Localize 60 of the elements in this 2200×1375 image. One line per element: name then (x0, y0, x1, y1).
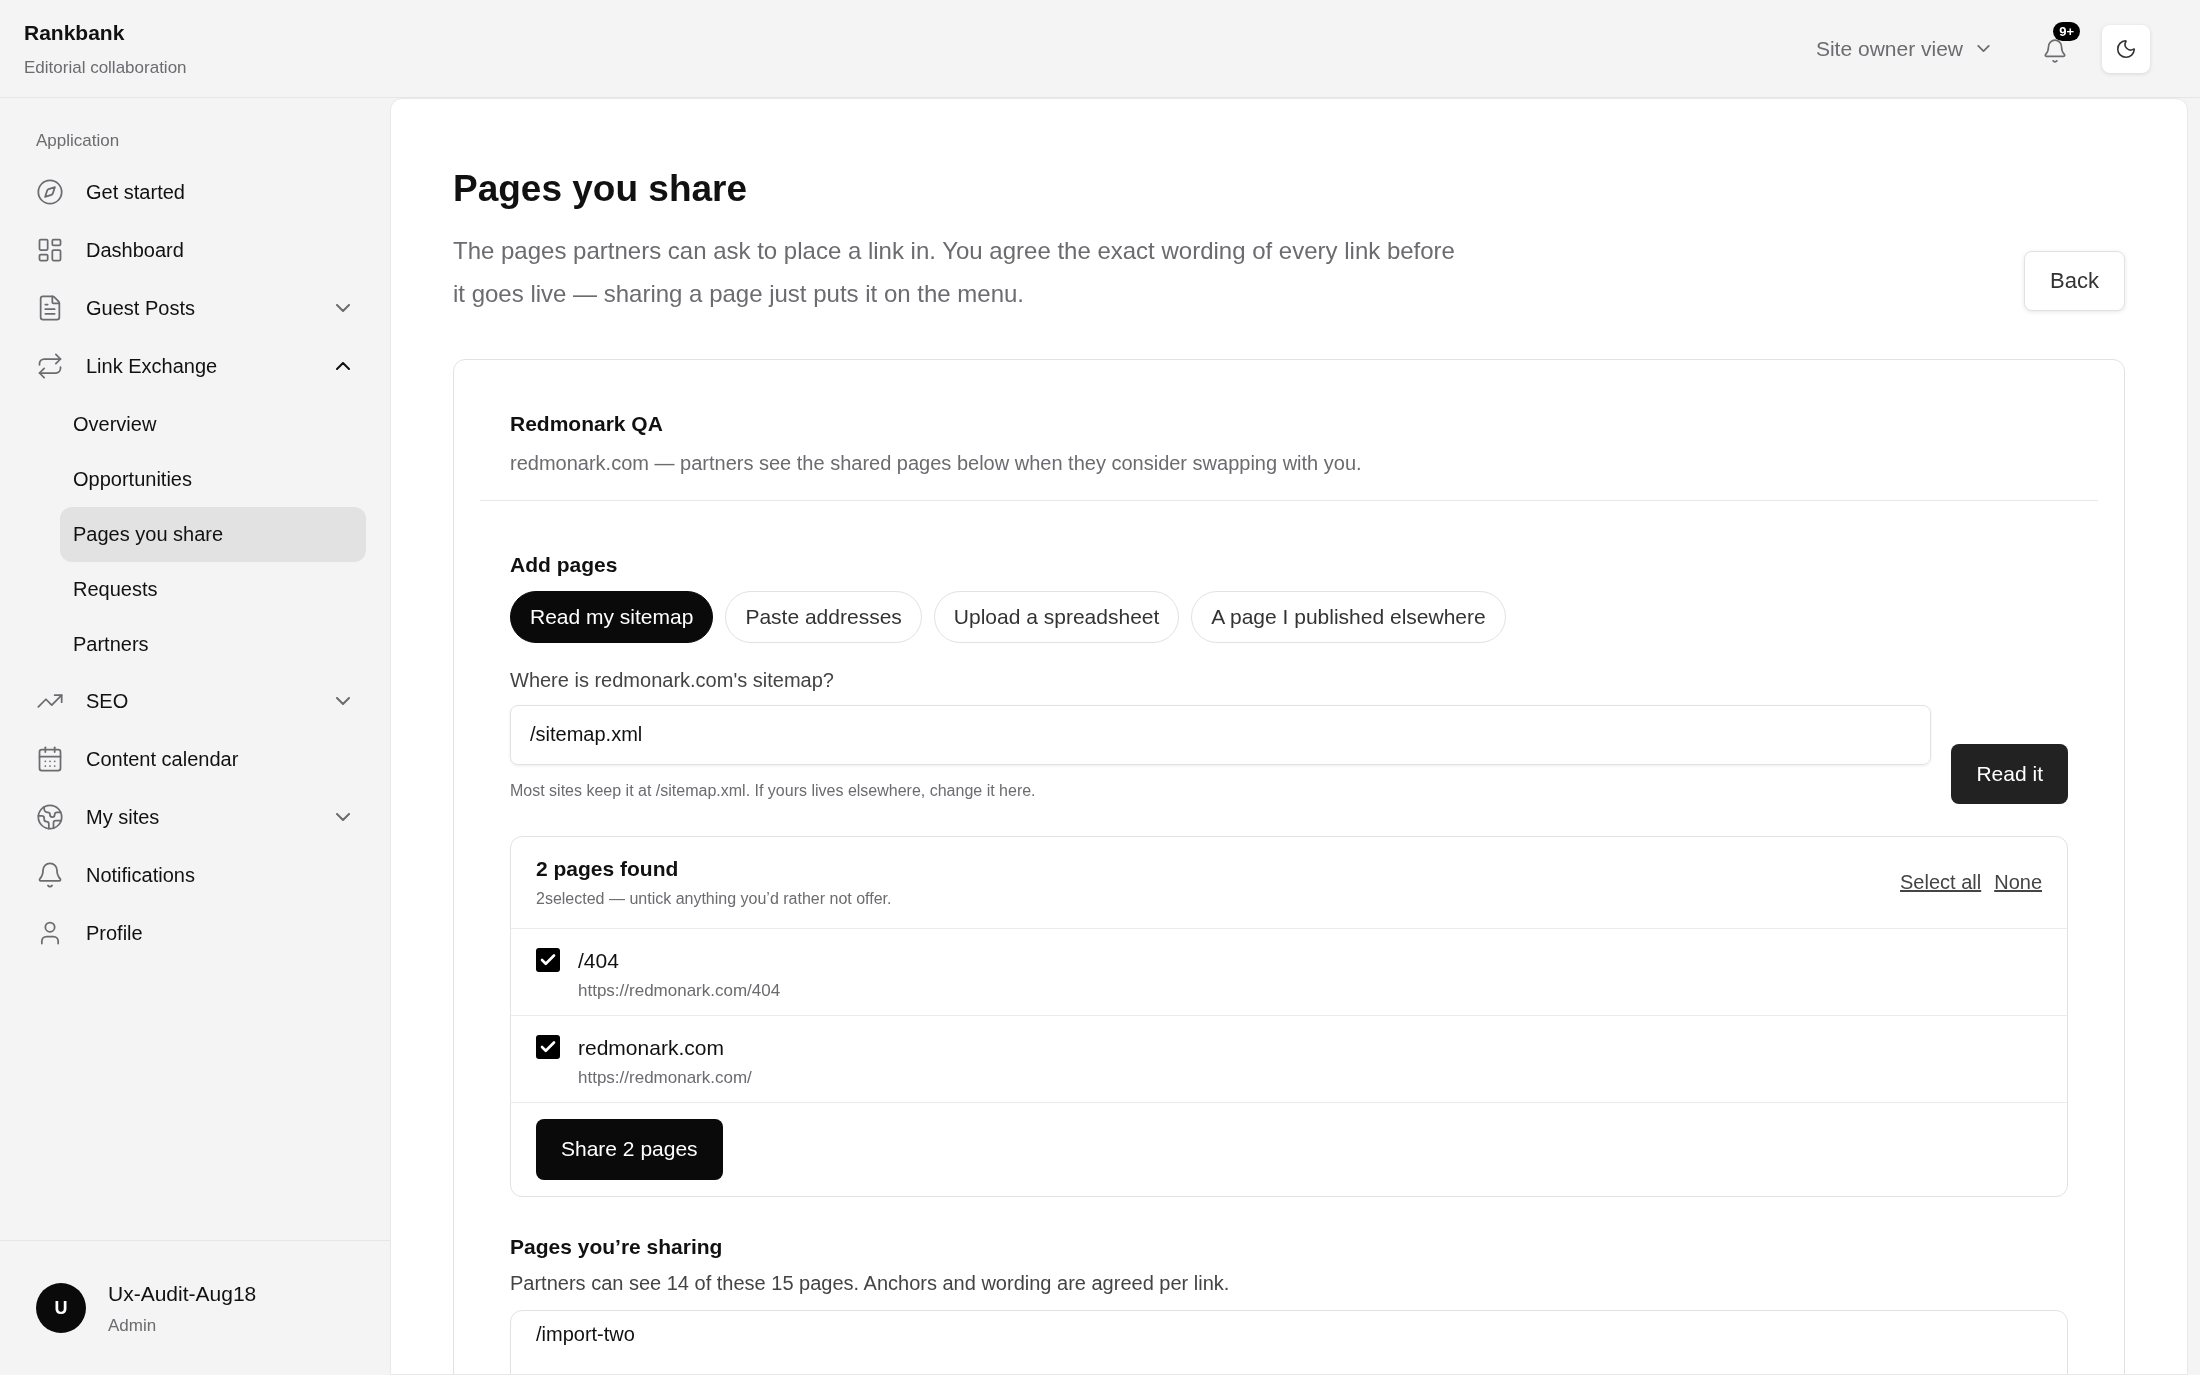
notification-badge: 9+ (2053, 21, 2080, 41)
site-description: redmonark.com — partners see the shared pages below when they consider swapping with you. (510, 451, 1363, 476)
select-all-link[interactable]: Select all (1900, 867, 1982, 897)
globe-icon (36, 802, 64, 831)
repeat-arrows-icon (36, 351, 64, 380)
page-title: /404 (578, 947, 620, 974)
site-name: Redmonark QA (510, 410, 664, 437)
section-heading: Add pages (510, 552, 619, 578)
share-pages-button[interactable]: Share 2 pages (536, 1118, 723, 1180)
sidebar-item-label: Link Exchange (86, 353, 218, 379)
section-description: Partners can see 14 of these 15 pages. Anchors and wording are agreed per link. (510, 1271, 1231, 1296)
sitemap-field[interactable]: /sitemap.xml (510, 704, 1932, 765)
bell-icon (2042, 37, 2068, 64)
view-switch-dropdown[interactable]: Site owner view (1815, 32, 1990, 65)
chevron-down-icon[interactable] (1977, 45, 1990, 52)
read-it-button[interactable]: Read it (1951, 743, 2068, 804)
page-description: The pages partners can ask to place a link in. You agree the exact wording of every link before it goes live — sharing a page just puts it on the menu. (453, 235, 1456, 309)
user-avatar: U (36, 1283, 86, 1333)
field-hint: Most sites keep it at /sitemap.xml. If yours lives elsewhere, change it here. (510, 780, 1037, 801)
page-url: https://redmonark.com/ (578, 1067, 752, 1089)
shared-page-path: /import-two (536, 1323, 635, 1345)
found-title: 2 pages found (536, 856, 680, 883)
notifications-button[interactable]: 9+ (2040, 21, 2080, 66)
found-subtitle: 2selected — untick anything you’d rather not offer. (536, 888, 892, 909)
sidebar-item-label: Dashboard (86, 237, 184, 263)
moon-icon (2115, 37, 2137, 60)
theme-toggle-button[interactable] (2102, 24, 2150, 73)
sidebar-item-label: Profile (86, 920, 143, 946)
chevron-down-icon[interactable] (336, 303, 350, 312)
sidebar-subitem[interactable]: Pages you share (60, 506, 366, 562)
brand-name: Rankbank (24, 20, 126, 46)
calendar-icon (36, 744, 64, 773)
sidebar-item-label: Guest Posts (86, 295, 195, 321)
page-checkbox[interactable] (536, 947, 560, 972)
page-url: https://redmonark.com/404 (578, 980, 781, 1002)
sidebar-item-label: Content calendar (86, 746, 239, 772)
chevron-down-icon[interactable] (336, 696, 350, 705)
page-title: redmonark.com (578, 1034, 725, 1061)
sidebar-section-label: Application (35, 130, 121, 152)
sidebar-item-label: Notifications (86, 862, 195, 888)
field-label: Where is redmonark.com's sitemap? (510, 667, 835, 693)
section-heading: Pages you’re sharing (510, 1233, 724, 1260)
page-title: Pages you share (453, 167, 749, 211)
sidebar-item-label: My sites (86, 804, 160, 830)
sidebar-item-label: SEO (86, 688, 129, 714)
sidebar-item-label: Get started (86, 179, 185, 205)
back-button[interactable]: Back (2024, 250, 2125, 311)
source-tab[interactable]: Paste addresses (725, 590, 922, 643)
chevron-up-icon[interactable] (336, 361, 350, 370)
user-role: Admin (108, 1315, 158, 1337)
select-none-link[interactable]: None (1994, 867, 2042, 897)
source-tab[interactable]: A page I published elsewhere (1191, 590, 1506, 643)
source-tab[interactable]: Upload a spreadsheet (933, 590, 1180, 643)
compass-icon (36, 177, 64, 206)
page-checkbox[interactable] (536, 1034, 560, 1059)
chevron-down-icon[interactable] (336, 812, 350, 821)
user-name: Ux-Audit-Aug18 (108, 1280, 257, 1307)
source-tab[interactable]: Read my sitemap (510, 590, 714, 643)
bell-icon (36, 860, 64, 889)
brand-tagline: Editorial collaboration (24, 56, 187, 79)
